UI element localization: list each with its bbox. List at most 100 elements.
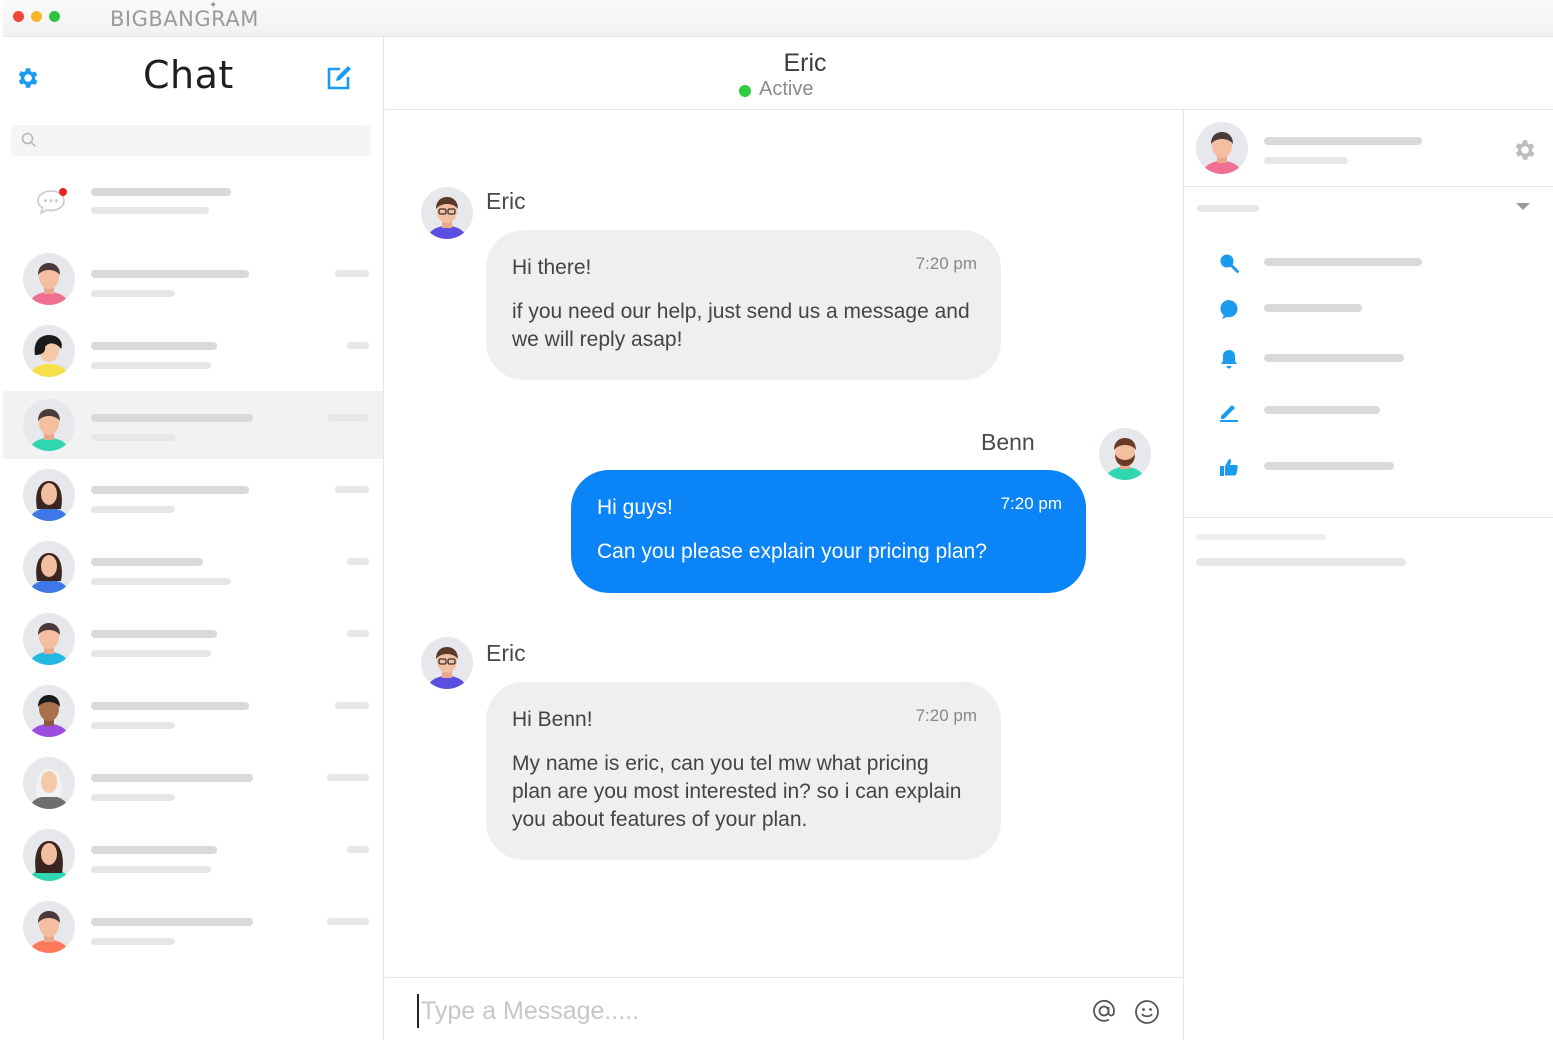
avatar [23, 613, 75, 665]
placeholder-line [91, 414, 253, 422]
placeholder-line [91, 938, 175, 945]
placeholder-line [91, 362, 211, 369]
message-time: 7:20 pm [915, 706, 977, 725]
conversation-item[interactable] [3, 677, 383, 745]
status-text: Active [759, 78, 814, 100]
status-dot [739, 85, 751, 97]
avatar [23, 541, 75, 593]
placeholder-line [1264, 157, 1348, 164]
compose-icon[interactable] [324, 63, 354, 93]
placeholder-line [91, 188, 231, 196]
avatar [23, 685, 75, 737]
search-bar[interactable] [11, 125, 371, 156]
placeholder-line [91, 794, 175, 801]
message-bubble: Hi Benn! 7:20 pm My name is eric, can yo… [486, 682, 1001, 860]
search-input[interactable] [43, 129, 363, 152]
mention-icon[interactable] [1091, 998, 1117, 1024]
message-greeting: Hi Benn! [512, 708, 593, 731]
avatar [1196, 122, 1248, 174]
maximize-window-button[interactable] [49, 11, 60, 22]
placeholder-line [91, 342, 217, 350]
placeholder-line [1196, 558, 1406, 566]
message-greeting: Hi guys! [597, 496, 673, 519]
avatar-benn [1099, 428, 1151, 480]
placeholder-time [347, 846, 369, 853]
placeholder-line [1196, 534, 1326, 540]
placeholder-line [91, 846, 217, 854]
list-item-notifications[interactable] [3, 170, 383, 238]
placeholder-line [91, 506, 175, 513]
placeholder-line [91, 207, 209, 214]
conversation-item[interactable] [3, 461, 383, 529]
details-menu-item-search[interactable] [1184, 242, 1553, 282]
contact-name: Eric [783, 49, 827, 77]
search-icon [21, 132, 37, 148]
details-menu-item-edit[interactable] [1184, 390, 1553, 430]
placeholder-line [1264, 354, 1404, 362]
placeholder-line [91, 722, 175, 729]
pencil-icon [1220, 405, 1238, 422]
conversation-item[interactable] [3, 317, 383, 385]
placeholder-line [1264, 406, 1380, 414]
avatar [23, 757, 75, 809]
conversation-item[interactable] [3, 533, 383, 601]
chat-bubble-notification-icon [37, 188, 67, 215]
conversation-item[interactable] [3, 605, 383, 673]
placeholder-line [91, 702, 249, 710]
avatar [23, 829, 75, 881]
details-menu-item-chat[interactable] [1184, 288, 1553, 328]
details-menu-item-like[interactable] [1184, 446, 1553, 486]
app-window: BIGBANGRAM ✦ Chat Eric Active Eric Hi th… [3, 0, 1553, 1040]
chat-header: Eric Active [385, 37, 1553, 110]
conversation-sidebar: Chat [3, 37, 384, 1040]
thumbs-up-icon [1220, 459, 1238, 476]
title-bar: BIGBANGRAM ✦ [3, 0, 1553, 37]
placeholder-line [1264, 462, 1394, 470]
placeholder-line [91, 434, 175, 441]
placeholder-time [347, 342, 369, 349]
placeholder-line [1197, 205, 1259, 212]
avatar [23, 469, 75, 521]
details-dropdown[interactable] [1184, 188, 1553, 228]
message-text: if you need our help, just send us a mes… [512, 300, 970, 351]
message-input[interactable] [417, 994, 1057, 1028]
placeholder-line [91, 290, 175, 297]
sidebar-title: Chat [143, 53, 234, 97]
placeholder-line [91, 630, 217, 638]
chat-bubble-icon [1220, 300, 1238, 319]
placeholder-line [91, 650, 211, 657]
brand-star-icon: ✦ [209, 0, 218, 11]
message-sender: Eric [486, 188, 526, 214]
placeholder-time [335, 270, 369, 277]
placeholder-time [347, 630, 369, 637]
placeholder-line [1264, 304, 1362, 312]
avatar-eric [421, 637, 473, 689]
placeholder-line [91, 270, 249, 278]
avatar [23, 253, 75, 305]
placeholder-line [1264, 137, 1422, 145]
placeholder-time [327, 774, 369, 781]
search-icon [1220, 254, 1239, 273]
avatar [23, 399, 75, 451]
conversation-item-active[interactable] [3, 391, 383, 459]
details-menu-item-notifications[interactable] [1184, 338, 1553, 378]
message-time: 7:20 pm [1000, 494, 1062, 513]
message-bubble-outgoing: Hi guys! 7:20 pm Can you please explain … [571, 470, 1086, 593]
conversation-item[interactable] [3, 821, 383, 889]
close-window-button[interactable] [13, 11, 24, 22]
message-sender: Eric [486, 640, 526, 666]
settings-gear-icon[interactable] [14, 65, 40, 91]
panel-settings-gear-icon[interactable] [1511, 137, 1537, 163]
conversation-item[interactable] [3, 893, 383, 961]
conversation-item[interactable] [3, 749, 383, 817]
sidebar-header: Chat [3, 37, 384, 110]
message-text: Can you please explain your pricing plan… [597, 540, 987, 563]
placeholder-time [335, 702, 369, 709]
placeholder-line [91, 486, 249, 494]
minimize-window-button[interactable] [31, 11, 42, 22]
placeholder-time [327, 918, 369, 925]
avatar [23, 901, 75, 953]
emoji-icon[interactable] [1134, 999, 1160, 1025]
conversation-item[interactable] [3, 245, 383, 313]
message-bubble: Hi there! 7:20 pm if you need our help, … [486, 230, 1001, 380]
